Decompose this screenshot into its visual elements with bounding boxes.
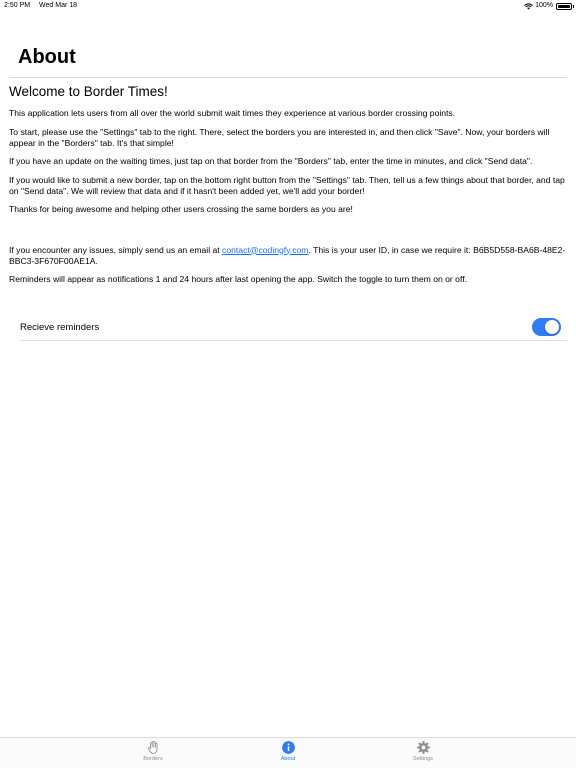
screen: 2:50 PM Wed Mar 18 100% About Welcome to… — [0, 0, 576, 768]
status-left: 2:50 PM Wed Mar 18 — [4, 0, 84, 12]
tab-about-label: About — [280, 756, 296, 762]
title-divider — [9, 77, 567, 78]
reminder-row: Recieve reminders — [20, 316, 567, 341]
tab-settings-label: Settings — [412, 756, 434, 762]
hand-icon — [147, 741, 158, 754]
thanks-paragraph: Thanks for being awesome and helping oth… — [9, 204, 353, 214]
reminders-note: Reminders will appear as notifications 1… — [9, 274, 467, 284]
contact-email-link[interactable]: contact@codingfy.com — [222, 245, 308, 255]
battery-icon — [556, 2, 574, 10]
wifi-icon — [524, 2, 533, 9]
contact-paragraph: If you encounter any issues, simply send… — [9, 245, 567, 267]
status-right: 100% — [524, 0, 574, 12]
status-time: 2:50 PM — [4, 2, 31, 9]
intro-paragraph: This application lets users from all ove… — [9, 108, 456, 118]
tab-borders[interactable]: Borders — [123, 740, 183, 762]
new-border-paragraph: If you would like to submit a new border… — [9, 174, 565, 196]
info-icon — [281, 741, 295, 754]
welcome-heading: Welcome to Border Times! — [9, 84, 168, 99]
toggle-knob — [545, 320, 559, 334]
tab-about[interactable]: About — [258, 740, 318, 762]
status-bar: 2:50 PM Wed Mar 18 100% — [0, 0, 576, 12]
about-content: Welcome to Border Times! This applicatio… — [9, 83, 567, 293]
reminder-toggle[interactable] — [532, 318, 561, 336]
tab-borders-label: Borders — [143, 756, 163, 762]
update-paragraph: If you have an update on the waiting tim… — [9, 156, 533, 166]
status-date: Wed Mar 18 — [39, 2, 78, 9]
reminder-label: Recieve reminders — [20, 322, 100, 333]
settings-paragraph: To start, please use the "Settings" tab … — [9, 126, 550, 148]
tab-settings[interactable]: Settings — [393, 740, 453, 762]
gear-icon — [416, 741, 430, 754]
contact-prefix: If you encounter any issues, simply send… — [9, 244, 223, 255]
page-title: About — [18, 46, 76, 68]
battery-percent: 100% — [535, 2, 553, 9]
tab-bar: Borders About Settings — [0, 737, 576, 768]
